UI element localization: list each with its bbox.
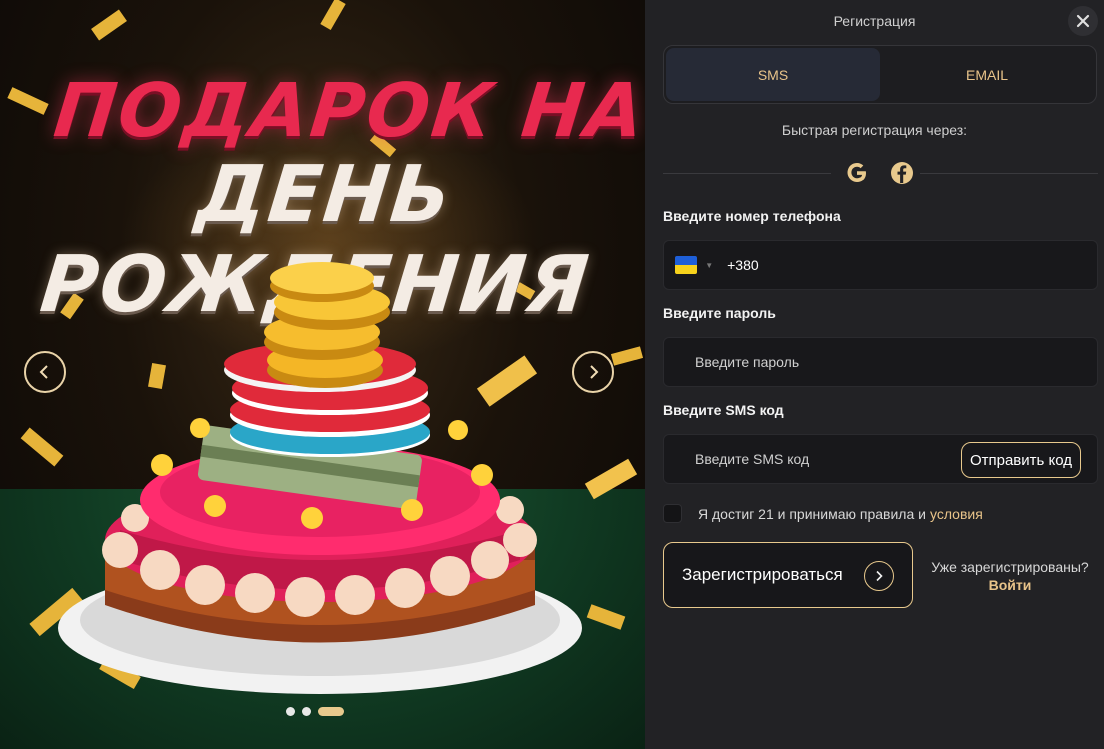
tab-email[interactable]: EMAIL (880, 48, 1094, 101)
facebook-login-button[interactable] (887, 158, 917, 188)
already-registered-text: Уже зарегистрированы? (931, 559, 1089, 575)
sms-field: Отправить код (663, 434, 1098, 484)
tab-sms[interactable]: SMS (666, 48, 880, 101)
google-login-button[interactable] (842, 158, 872, 188)
arrow-right-icon (864, 561, 894, 591)
promo-title-line1: ПОДАРОК НА (50, 68, 645, 154)
google-icon (847, 163, 866, 182)
chevron-right-icon (590, 365, 599, 379)
terms-agreement: Я достиг 21 и принимаю правила и условия (663, 504, 983, 523)
carousel-dot[interactable] (286, 707, 295, 716)
chevron-left-icon (39, 365, 48, 379)
divider (663, 173, 831, 174)
registration-modal: ПОДАРОК НА ДЕНЬ РОЖДЕНИЯ (0, 0, 1104, 749)
carousel-dot-active[interactable] (318, 707, 344, 716)
ukraine-flag-icon[interactable] (675, 256, 698, 274)
terms-checkbox[interactable] (663, 504, 682, 523)
sms-code-input[interactable] (695, 451, 925, 467)
register-button[interactable]: Зарегистрироваться (663, 542, 913, 608)
password-field (663, 337, 1098, 387)
password-input[interactable] (695, 354, 1097, 370)
facebook-icon (891, 162, 913, 184)
carousel-dot[interactable] (302, 707, 311, 716)
terms-link[interactable]: условия (930, 506, 983, 522)
divider (920, 173, 1098, 174)
carousel-prev-button[interactable] (24, 351, 66, 393)
phone-label: Введите номер телефона (663, 208, 841, 224)
login-link[interactable]: Войти (920, 576, 1100, 594)
password-label: Введите пароль (663, 305, 776, 321)
chevron-down-icon[interactable]: ▼ (705, 261, 713, 270)
birthday-cake-illustration (58, 262, 582, 694)
send-code-button[interactable]: Отправить код (960, 442, 1081, 478)
close-icon (1076, 14, 1090, 28)
panel-title: Регистрация (833, 13, 916, 29)
phone-input[interactable] (727, 257, 1097, 273)
carousel-dots (286, 707, 344, 716)
register-button-label: Зарегистрироваться (682, 565, 843, 584)
registration-method-tabs: SMS EMAIL (663, 45, 1097, 104)
quick-registration-label: Быстрая регистрация через: (781, 122, 968, 138)
phone-field: ▼ (663, 240, 1098, 290)
sms-label: Введите SMS код (663, 402, 784, 418)
already-registered: Уже зарегистрированы? Войти (920, 558, 1100, 594)
terms-text: Я достиг 21 и принимаю правила и (698, 505, 926, 522)
promo-banner: ПОДАРОК НА ДЕНЬ РОЖДЕНИЯ (0, 0, 645, 749)
close-button[interactable] (1068, 6, 1098, 36)
registration-panel: Регистрация SMS EMAIL Быстрая регистраци… (645, 0, 1104, 749)
carousel-next-button[interactable] (572, 351, 614, 393)
